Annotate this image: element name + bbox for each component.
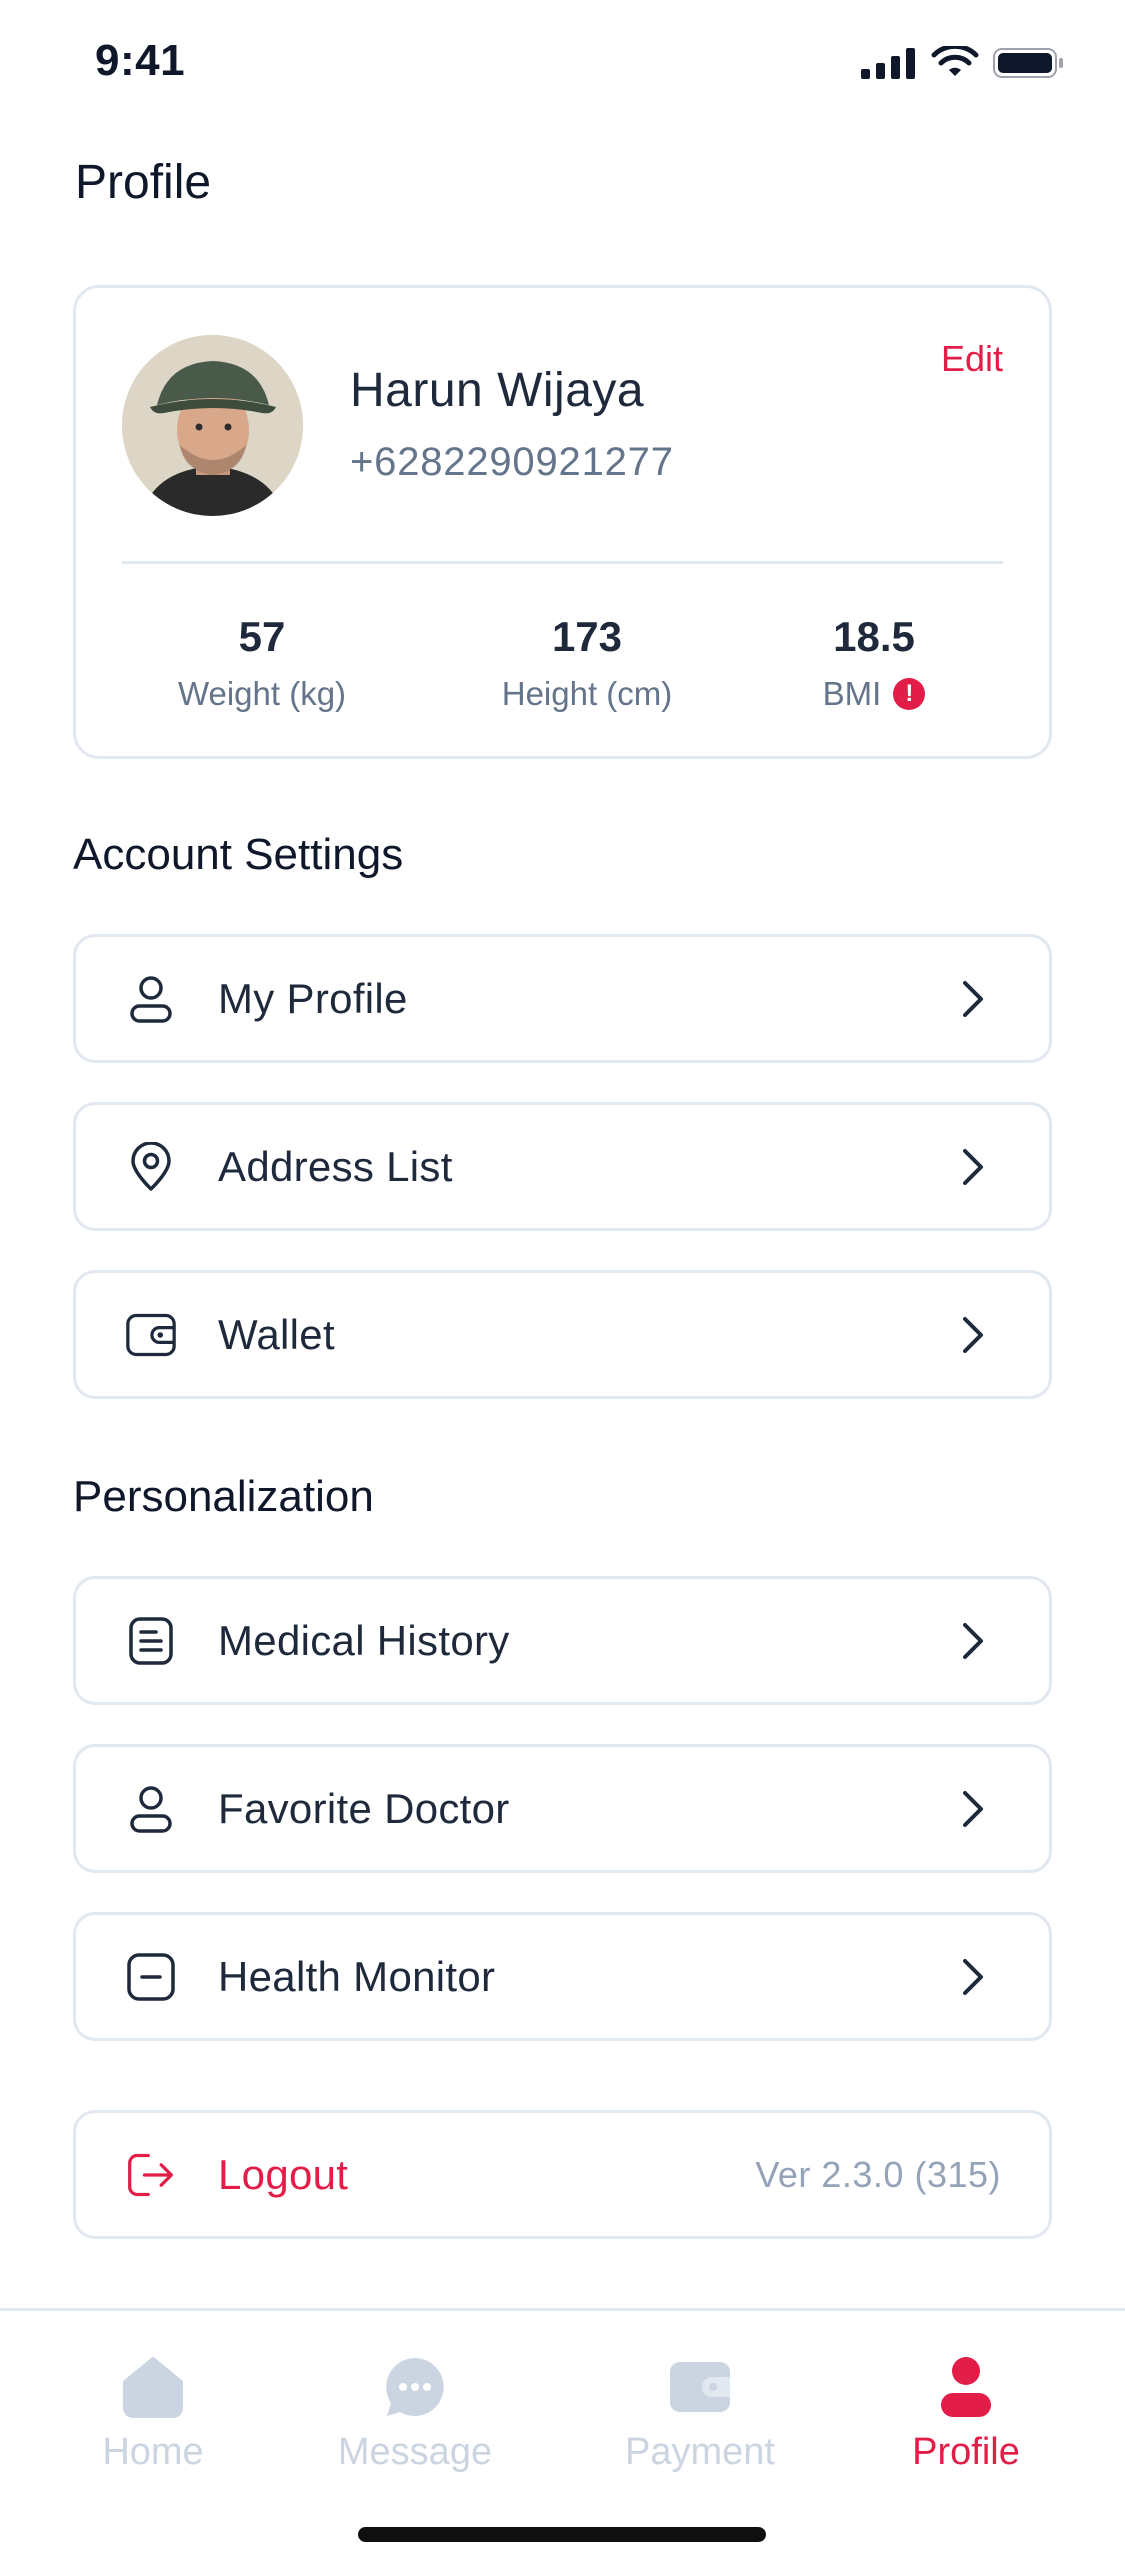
- menu-item-label: Medical History: [218, 1616, 510, 1664]
- menu-item-my-profile[interactable]: My Profile: [73, 934, 1052, 1063]
- nav-label: Home: [102, 2431, 204, 2473]
- user-phone: +6282290921277: [350, 440, 674, 484]
- logout-icon: [126, 2150, 176, 2200]
- home-icon: [117, 2351, 189, 2423]
- location-pin-icon: [126, 1141, 176, 1192]
- stat-bmi: 18.5 BMI !: [744, 613, 1004, 713]
- chat-bubble-icon: [379, 2351, 451, 2423]
- document-list-icon: [126, 1616, 176, 1666]
- card-divider: [122, 561, 1003, 564]
- status-bar: 9:41: [0, 0, 1125, 130]
- status-time: 9:41: [95, 36, 186, 85]
- user-name: Harun Wijaya: [350, 364, 645, 417]
- nav-item-profile[interactable]: Profile: [866, 2351, 1066, 2474]
- nav-item-message[interactable]: Message: [315, 2351, 515, 2474]
- stat-value: 18.5: [833, 613, 915, 660]
- nav-label: Payment: [625, 2431, 775, 2473]
- home-indicator: [358, 2527, 766, 2542]
- user-icon: [126, 974, 176, 1024]
- stat-weight: 57 Weight (kg): [132, 613, 392, 713]
- menu-item-wallet[interactable]: Wallet: [73, 1270, 1052, 1399]
- nav-item-payment[interactable]: Payment: [600, 2351, 800, 2474]
- nav-label: Profile: [912, 2431, 1020, 2473]
- stat-height: 173 Height (cm): [457, 613, 717, 713]
- menu-item-label: Favorite Doctor: [218, 1784, 510, 1832]
- avatar[interactable]: [122, 335, 303, 516]
- status-icons: [861, 43, 1065, 85]
- wifi-icon: [931, 43, 979, 85]
- menu-item-label: My Profile: [218, 974, 408, 1022]
- menu-item-label: Address List: [218, 1142, 453, 1190]
- wallet-icon: [664, 2351, 736, 2423]
- cellular-signal-icon: [861, 47, 917, 84]
- menu-item-health-monitor[interactable]: Health Monitor: [73, 1912, 1052, 2041]
- nav-item-home[interactable]: Home: [53, 2351, 253, 2474]
- logout-button[interactable]: Logout Ver 2.3.0 (315): [73, 2110, 1052, 2239]
- nav-label: Message: [337, 2431, 493, 2473]
- battery-icon: [993, 47, 1065, 84]
- logout-label: Logout: [218, 2150, 349, 2198]
- person-icon: [930, 2351, 1002, 2423]
- menu-item-label: Health Monitor: [218, 1952, 496, 2000]
- page-title: Profile: [75, 156, 212, 209]
- stat-label: Weight (kg): [177, 675, 347, 712]
- chevron-right-icon: [955, 1313, 991, 1357]
- app-version: Ver 2.3.0 (315): [755, 2153, 1001, 2195]
- monitor-minus-icon: [126, 1952, 176, 2002]
- account-settings-title: Account Settings: [73, 830, 404, 879]
- user-icon: [126, 1784, 176, 1834]
- stat-label: BMI: [822, 675, 882, 712]
- edit-profile-button[interactable]: Edit: [941, 338, 1003, 380]
- stat-value: 57: [238, 613, 286, 660]
- chevron-right-icon: [955, 1787, 991, 1831]
- wallet-icon: [126, 1310, 176, 1360]
- chevron-right-icon: [955, 1955, 991, 1999]
- menu-item-favorite-doctor[interactable]: Favorite Doctor: [73, 1744, 1052, 1873]
- personalization-title: Personalization: [73, 1472, 374, 1521]
- menu-item-label: Wallet: [218, 1310, 335, 1358]
- stat-value: 173: [551, 613, 623, 660]
- bmi-alert-icon[interactable]: !: [893, 678, 926, 710]
- chevron-right-icon: [955, 977, 991, 1021]
- menu-item-address-list[interactable]: Address List: [73, 1102, 1052, 1231]
- profile-card: Harun Wijaya +6282290921277 Edit 57 Weig…: [73, 285, 1052, 759]
- chevron-right-icon: [955, 1145, 991, 1189]
- stat-label: Height (cm): [501, 675, 673, 712]
- menu-item-medical-history[interactable]: Medical History: [73, 1576, 1052, 1705]
- chevron-right-icon: [955, 1619, 991, 1663]
